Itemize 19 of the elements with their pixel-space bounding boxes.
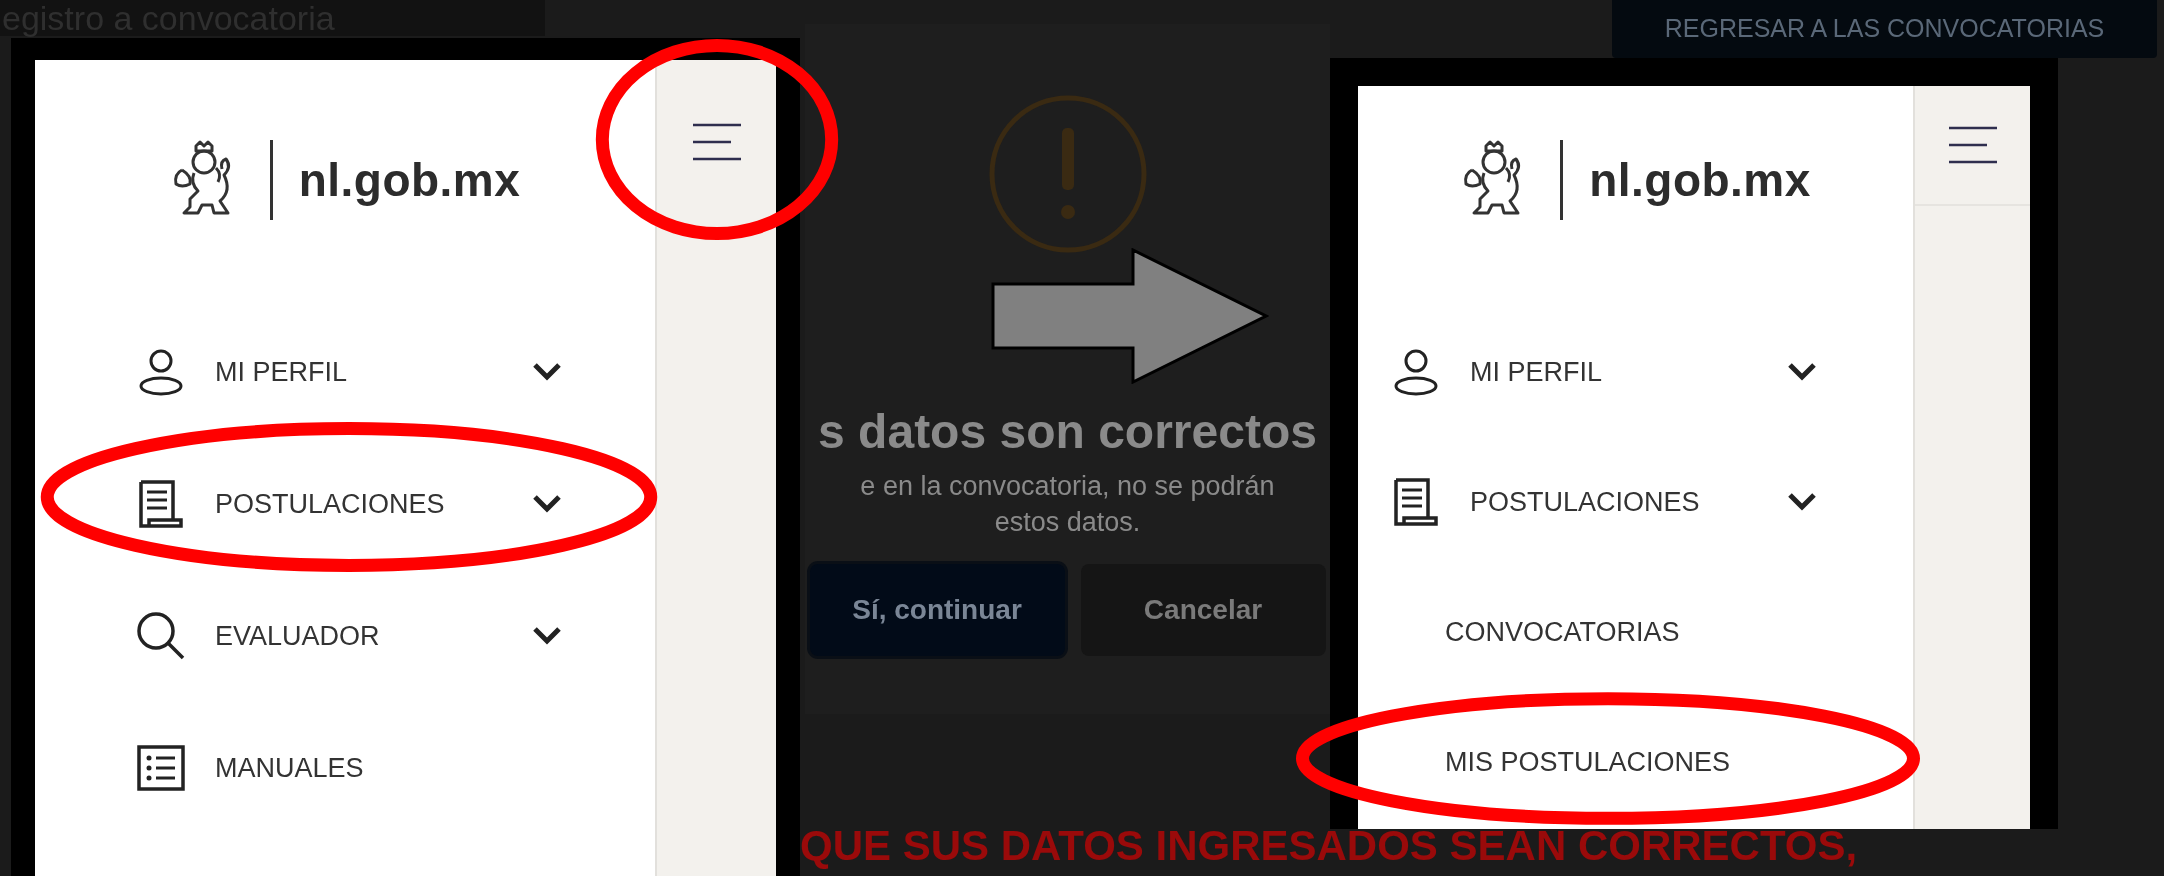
- logo-text: nl.gob.mx: [1589, 153, 1811, 208]
- logo-text: nl.gob.mx: [298, 153, 521, 208]
- menu-item[interactable]: POSTULACIONES: [1358, 437, 1913, 567]
- confirm-button[interactable]: Sí, continuar: [809, 564, 1065, 656]
- submenu-item[interactable]: CONVOCATORIAS: [1358, 567, 1913, 697]
- cancel-button[interactable]: Cancelar: [1080, 564, 1326, 656]
- dialog-message: e en la convocatoria, no se podrán estos datos.: [860, 470, 1275, 539]
- menu-item[interactable]: MI PERFIL: [1358, 307, 1913, 437]
- menu-item[interactable]: POSTULACIONES: [35, 438, 655, 570]
- menu-item[interactable]: MI PERFIL: [35, 306, 655, 438]
- menu-icon: [692, 122, 741, 162]
- menu-item[interactable]: MANUALES: [35, 702, 655, 834]
- list-icon: [135, 742, 187, 794]
- dialog-heading: s datos son correctos: [818, 404, 1317, 460]
- warning-banner-text: QUE SUS DATOS INGRESADOS SEAN CORRECTOS,: [800, 822, 1858, 870]
- warning-icon: [987, 94, 1148, 254]
- menu-item[interactable]: EVALUADOR: [35, 570, 655, 702]
- search-icon: [135, 610, 187, 662]
- menu-icon: [1948, 125, 1997, 165]
